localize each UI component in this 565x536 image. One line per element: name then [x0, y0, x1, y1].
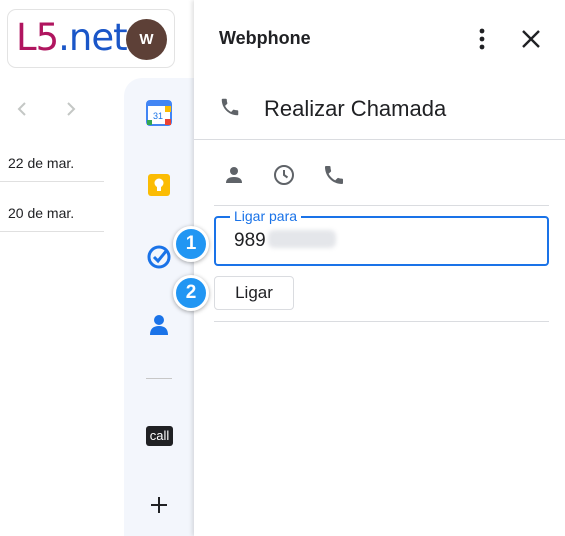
list-item[interactable]: 22 de mar. [0, 144, 104, 182]
add-icon[interactable] [146, 492, 172, 518]
logo-card[interactable]: L5.net W [7, 9, 175, 68]
rail-divider [146, 378, 172, 379]
more-options-icon[interactable] [472, 26, 492, 52]
contact-tab-icon[interactable] [222, 163, 246, 187]
webphone-panel: Webphone Realizar Chamada Ligar para 989… [194, 0, 565, 536]
section-title: Realizar Chamada [264, 96, 447, 121]
phone-icon [219, 96, 241, 118]
close-icon[interactable] [520, 28, 542, 50]
chevron-right-icon[interactable] [63, 98, 79, 120]
field-value[interactable]: 989 [234, 230, 336, 252]
call-button[interactable]: Ligar [214, 276, 294, 310]
history-tab-icon[interactable] [272, 163, 296, 187]
call-number-field[interactable]: Ligar para 989 [214, 208, 549, 266]
keep-icon[interactable] [146, 172, 172, 198]
tasks-icon[interactable] [146, 244, 172, 270]
step-badge-1: 1 [173, 226, 209, 262]
calendar-icon[interactable]: 31 [146, 100, 172, 126]
redacted-digits [267, 230, 336, 248]
list-item-date: 22 de mar. [8, 155, 75, 171]
chevron-left-icon[interactable] [14, 98, 30, 120]
list-item[interactable]: 20 de mar. [0, 194, 104, 232]
divider [214, 205, 549, 206]
step-badge-2: 2 [173, 275, 209, 311]
contacts-icon[interactable] [146, 312, 172, 338]
dialer-tab-icon[interactable] [322, 163, 346, 187]
call-app-icon[interactable]: call [146, 426, 173, 446]
divider [194, 139, 565, 140]
list-item-date: 20 de mar. [8, 205, 75, 221]
field-label: Ligar para [230, 208, 302, 224]
divider [214, 321, 549, 322]
mail-list-area: 22 de mar. 20 de mar. [0, 0, 124, 536]
svg-text:31: 31 [153, 111, 163, 121]
panel-title: Webphone [219, 28, 311, 48]
avatar[interactable]: W [126, 19, 167, 60]
logo: L5.net [16, 16, 128, 59]
